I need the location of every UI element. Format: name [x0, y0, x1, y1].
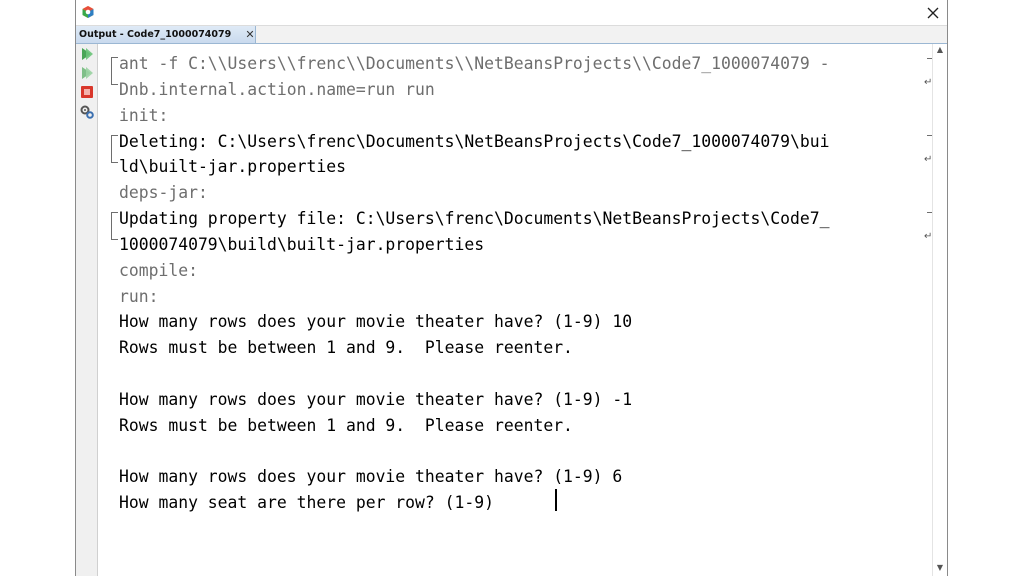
scroll-down-icon[interactable]: ▼ — [933, 562, 947, 574]
close-icon — [927, 7, 939, 18]
settings-icon[interactable] — [79, 104, 95, 120]
output-console[interactable]: ↵ ↵ ↵ ant -f C:\\Users\\frenc\\Documents… — [98, 44, 933, 576]
fold-bracket — [111, 212, 118, 240]
output-line: Dnb.internal.action.name=run run — [119, 80, 435, 99]
output-line: init: — [119, 106, 169, 125]
ide-window: Output - Code7_1000074079 (run) ✕ ↵ — [75, 0, 948, 576]
output-line: ld\built-jar.properties — [119, 157, 346, 176]
output-toolbar — [76, 44, 98, 576]
output-line: run: — [119, 287, 159, 306]
stop-icon[interactable] — [79, 84, 95, 100]
vertical-scrollbar[interactable]: ▲ ▼ — [932, 44, 947, 576]
fold-bracket — [111, 57, 118, 85]
output-line: How many rows does your movie theater ha… — [119, 467, 623, 486]
tab-output-run[interactable]: Output - Code7_1000074079 (run) ✕ — [76, 26, 256, 57]
window-close-button[interactable] — [919, 0, 947, 25]
netbeans-icon — [82, 6, 94, 18]
output-line: deps-jar: — [119, 183, 208, 202]
scroll-up-icon[interactable]: ▲ — [933, 44, 947, 56]
output-line: Updating property file: C:\Users\frenc\D… — [119, 209, 830, 228]
output-line: Deleting: C:\Users\frenc\Documents\NetBe… — [119, 132, 830, 151]
tab-close-icon[interactable]: ✕ — [244, 26, 256, 43]
fold-bracket — [111, 135, 118, 163]
rerun-different-params-icon[interactable] — [79, 65, 95, 81]
output-line: Rows must be between 1 and 9. Please ree… — [119, 338, 573, 357]
output-line: How many rows does your movie theater ha… — [119, 390, 633, 409]
output-line: How many rows does your movie theater ha… — [119, 312, 633, 331]
output-line: How many seat are there per row? (1-9) — [119, 493, 504, 512]
output-tab-bar: Output - Code7_1000074079 (run) ✕ — [76, 26, 947, 57]
output-line: compile: — [119, 261, 198, 280]
text-cursor — [555, 489, 557, 511]
title-bar — [76, 0, 947, 26]
output-line: Rows must be between 1 and 9. Please ree… — [119, 416, 573, 435]
output-line: ant -f C:\\Users\\frenc\\Documents\\NetB… — [119, 54, 830, 73]
output-line: 1000074079\build\built-jar.properties — [119, 235, 485, 254]
rerun-icon[interactable] — [79, 46, 95, 62]
